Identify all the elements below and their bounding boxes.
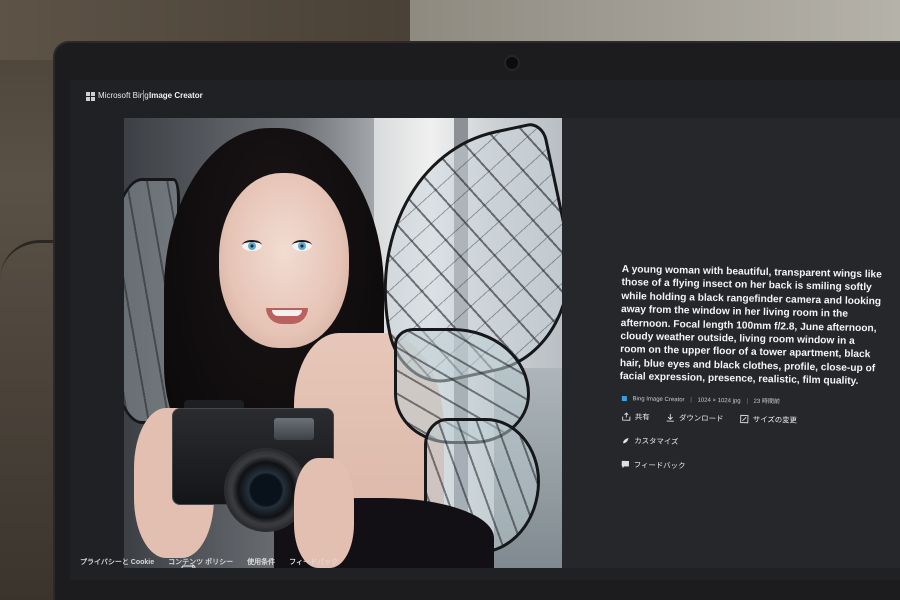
image-eye-right [292,240,312,251]
header-divider [143,90,144,101]
image-eye-left [242,240,262,251]
customize-button[interactable]: カスタマイズ [621,435,679,447]
footer-link-privacy[interactable]: プライバシーと Cookie [80,557,154,567]
feedback-label: フィードバック [633,460,686,471]
resize-button[interactable]: サイズの変更 [740,413,797,425]
details-panel: A young woman with beautiful, transparen… [562,118,900,568]
prompt-text: A young woman with beautiful, transparen… [619,263,882,388]
share-button[interactable]: 共有 [622,411,650,423]
meta-divider: | [746,398,748,405]
customize-icon [621,436,630,445]
header-bar: Microsoft Bing Image Creator [70,80,900,116]
meta-divider: | [690,397,692,404]
footer-link-feedback[interactable]: フィードバック [289,557,338,567]
footer-link-content-policy[interactable]: コンテンツ ポリシー [168,557,233,567]
webcam-icon [506,57,518,69]
feedback-icon [621,460,630,469]
download-button[interactable]: ダウンロード [666,412,724,424]
image-meta: Bing Image Creator | 1024 × 1024 jpg | 2… [621,393,780,406]
image-camera-viewfinder [274,418,314,440]
share-icon [622,412,631,421]
share-label: 共有 [634,412,650,422]
brand-name[interactable]: Microsoft Bing [98,91,149,100]
footer-link-terms[interactable]: 使用条件 [247,557,275,567]
photo-scene: Microsoft Bing Image Creator A young wom… [0,0,900,600]
app-title[interactable]: Image Creator [149,91,203,100]
download-icon [666,413,675,422]
laptop-screen: Microsoft Bing Image Creator A young wom… [70,80,900,580]
meta-source: Bing Image Creator [632,396,685,404]
meta-resolution: 1024 × 1024 jpg [697,397,741,405]
bing-logo-icon [621,395,627,402]
resize-icon [740,414,749,424]
microsoft-logo-icon [86,92,95,101]
customize-label: カスタマイズ [634,436,679,447]
cable [0,240,60,363]
footer-links: プライバシーと Cookie コンテンツ ポリシー 使用条件 フィードバック [70,552,410,572]
action-bar: 共有 ダウンロード サイズの変更 カスタマイズ フィードバック [620,408,871,485]
meta-age: 23 時間前 [753,398,780,406]
generated-image[interactable] [124,118,562,568]
download-label: ダウンロード [678,413,724,424]
feedback-button[interactable]: フィードバック [621,459,686,471]
resize-label: サイズの変更 [752,414,798,425]
